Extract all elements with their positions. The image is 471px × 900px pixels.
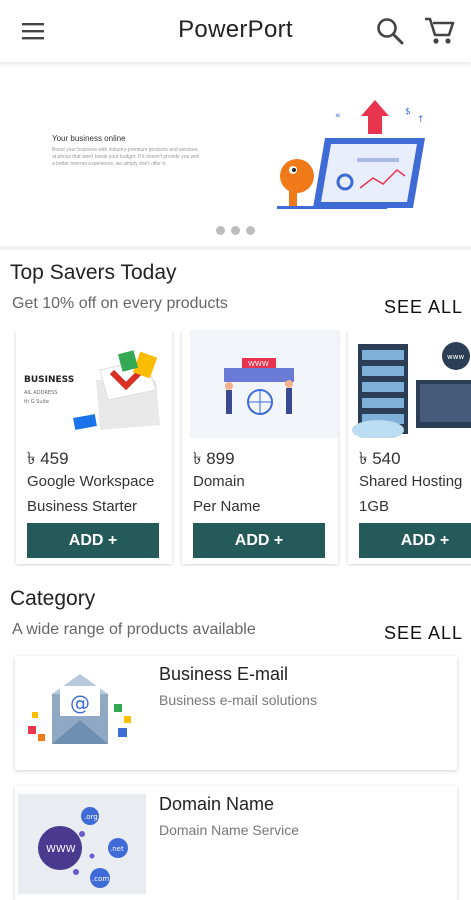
category-subtitle: A wide range of products available	[12, 621, 256, 638]
category-card[interactable]: WWW .org .net .com Domain Name Domain Na…	[15, 786, 457, 900]
svg-text:WWW: WWW	[46, 844, 76, 855]
svg-text:.org: .org	[84, 813, 98, 821]
svg-text:↑: ↑	[417, 115, 425, 125]
add-to-cart-button[interactable]: ADD +	[193, 523, 325, 558]
add-to-cart-button[interactable]: ADD +	[359, 523, 471, 558]
shared-hosting-image: www	[352, 342, 471, 438]
banner-heading: Your business online	[52, 134, 126, 143]
svg-text:.com: .com	[92, 875, 109, 883]
carousel-indicator	[0, 222, 471, 240]
category-card-subtitle: Domain Name Service	[159, 822, 300, 838]
product-price: ৳ 459	[27, 449, 69, 468]
carousel-dot[interactable]	[216, 226, 225, 235]
google-workspace-image: BUSINESS AIL ADDRESS th G Suite	[16, 330, 172, 438]
product-card[interactable]: BUSINESS AIL ADDRESS th G Suite ৳ 459 Go…	[16, 330, 172, 564]
product-variant: Per Name	[193, 498, 261, 515]
add-to-cart-button[interactable]: ADD +	[27, 523, 159, 558]
top-savers-subtitle: Get 10% off on every products	[12, 295, 228, 312]
top-savers-see-all[interactable]: SEE ALL	[384, 297, 463, 318]
banner-illustration: $ ↑ «	[277, 100, 425, 209]
product-price: ৳ 540	[359, 449, 401, 468]
product-carousel[interactable]: BUSINESS AIL ADDRESS th G Suite ৳ 459 Go…	[0, 330, 471, 566]
category-card-title: Business E-mail	[159, 664, 289, 684]
product-name: Domain	[193, 473, 245, 490]
domain-image: WWW	[190, 330, 338, 438]
svg-text:.net: .net	[110, 845, 124, 853]
svg-text:$: $	[405, 107, 411, 117]
category-see-all[interactable]: SEE ALL	[384, 623, 463, 644]
category-card-subtitle: Business e-mail solutions	[159, 692, 317, 708]
section-divider	[0, 246, 471, 250]
product-card[interactable]: www ৳ 540 Shared Hosting 1GB ADD +	[348, 330, 471, 564]
product-name: Shared Hosting	[359, 473, 463, 490]
search-icon[interactable]	[374, 15, 406, 47]
svg-text:BUSINESS: BUSINESS	[24, 375, 74, 385]
product-card[interactable]: WWW ৳ 899 Domain Per Name ADD +	[182, 330, 338, 564]
domain-name-image: WWW .org .net .com	[18, 794, 146, 894]
cart-icon[interactable]	[422, 14, 456, 48]
product-name: Google Workspace	[27, 473, 155, 490]
svg-text:AIL ADDRESS: AIL ADDRESS	[24, 390, 57, 396]
promo-banner[interactable]: Your business online Boost your business…	[0, 62, 471, 246]
product-price: ৳ 899	[193, 449, 235, 468]
banner-body: Boost your business with industry-premiu…	[52, 147, 200, 167]
svg-text:@: @	[70, 691, 90, 715]
product-variant: Business Starter	[27, 498, 138, 515]
category-title: Category	[10, 587, 96, 610]
product-variant: 1GB	[359, 498, 390, 515]
top-savers-title: Top Savers Today	[10, 261, 177, 284]
svg-text:th G Suite: th G Suite	[24, 399, 49, 405]
svg-text:WWW: WWW	[248, 360, 269, 368]
carousel-dot[interactable]	[231, 226, 240, 235]
app-bar: PowerPort	[0, 0, 471, 62]
category-card[interactable]: @ Business E-mail Business e-mail soluti…	[15, 656, 457, 770]
carousel-dot[interactable]	[246, 226, 255, 235]
business-email-image: @	[18, 664, 146, 764]
svg-text:www: www	[447, 353, 464, 361]
category-card-title: Domain Name	[159, 794, 275, 814]
svg-text:«: «	[335, 111, 341, 121]
